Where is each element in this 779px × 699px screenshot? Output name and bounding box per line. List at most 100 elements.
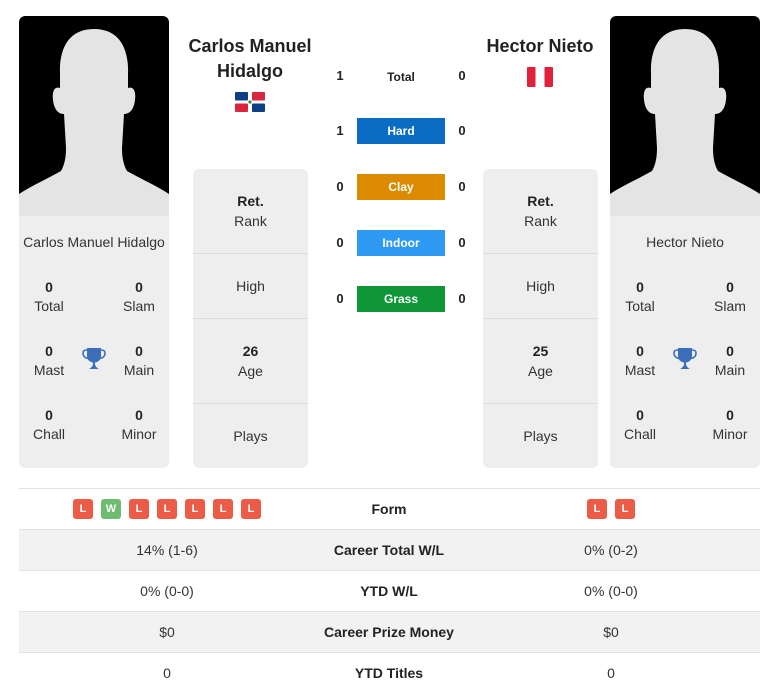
form-loss-badge[interactable]: L <box>157 499 177 519</box>
form-win-badge[interactable]: W <box>101 499 121 519</box>
player1-photo-name[interactable]: Carlos Manuel Hidalgo <box>19 234 169 250</box>
form-loss-badge[interactable]: L <box>129 499 149 519</box>
ytd-titles-p2: 0 <box>607 665 615 681</box>
player2-name[interactable]: Hector Nieto <box>465 34 615 59</box>
titles-slam: 0 Slam <box>700 278 760 316</box>
form-loss-badge[interactable]: L <box>615 499 635 519</box>
high-label: High <box>236 278 265 294</box>
titles-main-value: 0 <box>135 343 143 359</box>
titles-slam-label: Slam <box>714 298 746 314</box>
info-plays: Plays <box>483 404 598 468</box>
player1-form: LWLLLLL <box>19 489 315 529</box>
titles-slam-label: Slam <box>123 298 155 314</box>
form-loss-badge[interactable]: L <box>213 499 233 519</box>
titles-main: 0 Main <box>109 342 169 380</box>
age-label: Age <box>238 363 263 379</box>
surface-grass-badge[interactable]: Grass <box>357 286 445 312</box>
titles-mast-value: 0 <box>45 343 53 359</box>
titles-minor-label: Minor <box>712 426 748 442</box>
high-label: High <box>526 278 555 294</box>
ytd-titles-label: YTD Titles <box>354 665 424 681</box>
form-row: LWLLLLL Form LL <box>19 489 760 530</box>
titles-mast-label: Mast <box>33 362 65 378</box>
titles-minor-value: 0 <box>135 407 143 423</box>
titles-mast: 0 Mast <box>19 342 79 380</box>
titles-chall-value: 0 <box>636 407 644 423</box>
h2h-grass-p1: 0 <box>336 291 344 306</box>
player2-info: Ret. Rank High 25 Age Plays <box>483 169 598 468</box>
age-value: 26 <box>242 343 259 359</box>
h2h-clay-p2: 0 <box>458 179 466 194</box>
surface-clay-badge[interactable]: Clay <box>357 174 445 200</box>
ytd-wl-p1: 0% (0-0) <box>140 583 194 599</box>
titles-total-value: 0 <box>45 279 53 295</box>
ytd-titles-p1: 0 <box>163 665 171 681</box>
player-silhouette-icon <box>610 29 760 216</box>
career-wl-label: Career Total W/L <box>333 542 445 558</box>
player1-photo[interactable] <box>19 16 169 216</box>
titles-slam-value: 0 <box>726 279 734 295</box>
rank-label: Rank <box>524 213 557 229</box>
h2h-indoor: 0 Indoor 0 <box>330 230 470 256</box>
titles-chall-label: Chall <box>33 426 65 442</box>
player1-header: Carlos Manuel Hidalgo <box>175 34 325 117</box>
plays-label: Plays <box>233 428 268 444</box>
player1-info: Ret. Rank High 26 Age Plays <box>193 169 308 468</box>
form-label: Form <box>371 501 407 517</box>
titles-minor: 0 Minor <box>700 406 760 444</box>
titles-main-label: Main <box>714 362 746 378</box>
info-rank: Ret. Rank <box>193 169 308 254</box>
info-age: 26 Age <box>193 319 308 404</box>
player1-card: Carlos Manuel Hidalgo 0 Total 0 Slam 0 M… <box>19 16 169 468</box>
titles-chall: 0 Chall <box>610 406 670 444</box>
form-loss-badge[interactable]: L <box>241 499 261 519</box>
rank-label: Rank <box>234 213 267 229</box>
player2-photo[interactable] <box>610 16 760 216</box>
table-row: $0 Career Prize Money $0 <box>19 612 760 653</box>
form-loss-badge[interactable]: L <box>587 499 607 519</box>
rank-value: Ret. <box>237 193 264 209</box>
titles-total-label: Total <box>34 298 64 314</box>
info-high: High <box>483 254 598 319</box>
info-high: High <box>193 254 308 319</box>
titles-minor: 0 Minor <box>109 406 169 444</box>
h2h-clay-p1: 0 <box>336 179 344 194</box>
prize-money-p1: $0 <box>159 624 175 640</box>
titles-minor-label: Minor <box>121 426 157 442</box>
h2h-total-label: Total <box>387 70 415 84</box>
career-wl-p2: 0% (0-2) <box>584 542 638 558</box>
prize-money-label: Career Prize Money <box>324 624 454 640</box>
player2-photo-name[interactable]: Hector Nieto <box>610 234 760 250</box>
titles-main-value: 0 <box>726 343 734 359</box>
h2h-grass: 0 Grass 0 <box>330 286 470 312</box>
prize-money-p2: $0 <box>603 624 619 640</box>
player-silhouette-icon <box>19 29 169 216</box>
titles-mast-label: Mast <box>624 362 656 378</box>
titles-total-label: Total <box>625 298 655 314</box>
career-wl-p1: 14% (1-6) <box>136 542 198 558</box>
titles-chall-value: 0 <box>45 407 53 423</box>
h2h-indoor-p2: 0 <box>458 235 466 250</box>
surface-indoor-badge[interactable]: Indoor <box>357 230 445 256</box>
surface-hard-badge[interactable]: Hard <box>357 118 445 144</box>
form-loss-badge[interactable]: L <box>185 499 205 519</box>
titles-chall-label: Chall <box>624 426 656 442</box>
age-value: 25 <box>532 343 549 359</box>
player1-name[interactable]: Carlos Manuel Hidalgo <box>175 34 325 84</box>
h2h-total-p1: 1 <box>336 68 344 83</box>
age-label: Age <box>528 363 553 379</box>
h2h-grass-p2: 0 <box>458 291 466 306</box>
peru-flag-icon <box>525 67 555 87</box>
trophy-icon <box>672 346 698 372</box>
titles-total: 0 Total <box>19 278 79 316</box>
player2-form: LL <box>463 489 759 529</box>
comparison-table: LWLLLLL Form LL 14% (1-6) Career Total W… <box>19 488 760 694</box>
plays-label: Plays <box>523 428 558 444</box>
h2h-clay: 0 Clay 0 <box>330 174 470 200</box>
dominican-republic-flag-icon <box>235 92 265 112</box>
ytd-wl-p2: 0% (0-0) <box>584 583 638 599</box>
form-loss-badge[interactable]: L <box>73 499 93 519</box>
titles-total: 0 Total <box>610 278 670 316</box>
h2h-indoor-p1: 0 <box>336 235 344 250</box>
h2h-hard-p2: 0 <box>458 123 466 138</box>
